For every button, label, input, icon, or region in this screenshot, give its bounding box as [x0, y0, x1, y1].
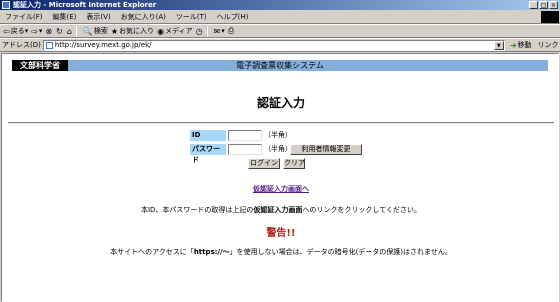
password-label: パスワード: [190, 144, 226, 164]
address-dropdown-icon[interactable]: ▼: [493, 40, 504, 50]
id-label: ID: [190, 130, 226, 141]
page-title: 認証入力: [256, 96, 305, 110]
ie-icon: [2, 1, 10, 9]
toolbar: ⇦ 戻る ▾ ⇨ ▾ ⊗ ↻ ⌂ 🔍 検索 ★ お気に入り ◉ メディア ◷ ✉ ▾ ⎙: [0, 24, 560, 38]
back-button[interactable]: ⇦ 戻る ▾: [3, 26, 28, 36]
address-input[interactable]: http://survey.mext.go.jp/ek/ ▼: [42, 39, 505, 51]
close-button[interactable]: ×: [549, 1, 558, 9]
minimize-button[interactable]: _: [529, 1, 538, 9]
divider: [8, 122, 554, 124]
address-url: http://survey.mext.go.jp/ek/: [54, 41, 152, 49]
stop-icon: ⊗: [45, 26, 53, 36]
links-button[interactable]: リンク: [538, 40, 559, 50]
instruction-note: 本ID、本パスワードの取得は上記の仮認証入力画面へのリンクをクリックしてください…: [140, 206, 422, 214]
back-arrow-icon: ⇦: [3, 26, 10, 36]
home-icon: ⌂: [66, 26, 72, 36]
window-title: 認証入力 - Microsoft Internet Explorer: [13, 1, 157, 9]
refresh-icon: ↻: [56, 26, 63, 36]
media-icon: ◉: [157, 26, 165, 36]
menu-file[interactable]: ファイル(F): [0, 12, 48, 22]
menu-help[interactable]: ヘルプ(H): [212, 12, 254, 22]
password-halfwidth-note: （半角）: [264, 145, 292, 153]
page-icon: [45, 41, 53, 49]
header-banner: 電子調査票収集システム 文部科学省: [12, 60, 548, 71]
maximize-button[interactable]: □: [539, 1, 548, 9]
refresh-button[interactable]: ↻: [56, 27, 64, 36]
forward-button[interactable]: ⇨ ▾: [31, 27, 42, 36]
print-button[interactable]: ⎙: [228, 26, 235, 36]
menu-tools[interactable]: ツール(T): [171, 12, 212, 22]
windows-logo-icon: [541, 11, 559, 23]
menu-favorites[interactable]: お気に入り(A): [116, 12, 171, 22]
go-arrow-icon: ➜: [509, 40, 517, 50]
mail-button[interactable]: ✉ ▾: [214, 27, 225, 36]
org-name: 文部科学省: [12, 60, 68, 71]
id-halfwidth-note: （半角）: [264, 131, 292, 139]
clear-button[interactable]: クリア: [283, 158, 305, 169]
toolbar-separator: [206, 25, 208, 37]
warning-text: 本サイトへのアクセスに「https://～」を使用しない場合は、データの暗号化(…: [110, 248, 452, 256]
favorites-icon: ★: [110, 26, 119, 36]
address-label: アドレス(D): [2, 41, 41, 49]
print-icon: ⎙: [227, 26, 235, 35]
temp-auth-link[interactable]: 仮認証入力画面へ: [253, 185, 309, 193]
menu-view[interactable]: 表示(V): [81, 12, 115, 22]
password-input[interactable]: [228, 144, 262, 155]
change-user-info-button[interactable]: 利用者情報変更: [290, 144, 362, 155]
history-button[interactable]: ◷: [196, 27, 204, 36]
page-content: 電子調査票収集システム 文部科学省 認証入力 ID （半角） パスワード （半角…: [1, 53, 559, 302]
media-button[interactable]: ◉ メディア: [157, 26, 193, 36]
toolbar-separator: [75, 25, 77, 37]
temp-auth-link-row: 仮認証入力画面へ: [2, 184, 558, 194]
go-button[interactable]: ➜ 移動: [510, 40, 532, 50]
mail-icon: ✉: [213, 26, 221, 36]
menu-edit[interactable]: 編集(E): [48, 12, 82, 22]
favorites-button[interactable]: ★ お気に入り: [111, 26, 154, 36]
login-button[interactable]: ログイン: [248, 158, 280, 169]
forward-arrow-icon: ⇨: [31, 26, 38, 36]
warning-title: 警告!!: [266, 228, 296, 239]
menu-bar: ファイル(F) 編集(E) 表示(V) お気に入り(A) ツール(T) ヘルプ(…: [0, 10, 560, 24]
stop-button[interactable]: ⊗: [45, 27, 53, 36]
search-icon: 🔍: [82, 26, 93, 36]
address-bar: アドレス(D) http://survey.mext.go.jp/ek/ ▼ ➜…: [0, 38, 560, 52]
id-input[interactable]: [228, 130, 262, 141]
home-button[interactable]: ⌂: [67, 27, 73, 36]
system-name: 電子調査票収集システム: [236, 61, 324, 70]
search-button[interactable]: 🔍 検索: [83, 26, 108, 36]
title-bar: 認証入力 - Microsoft Internet Explorer _ □ ×: [0, 0, 560, 10]
history-icon: ◷: [195, 26, 203, 36]
